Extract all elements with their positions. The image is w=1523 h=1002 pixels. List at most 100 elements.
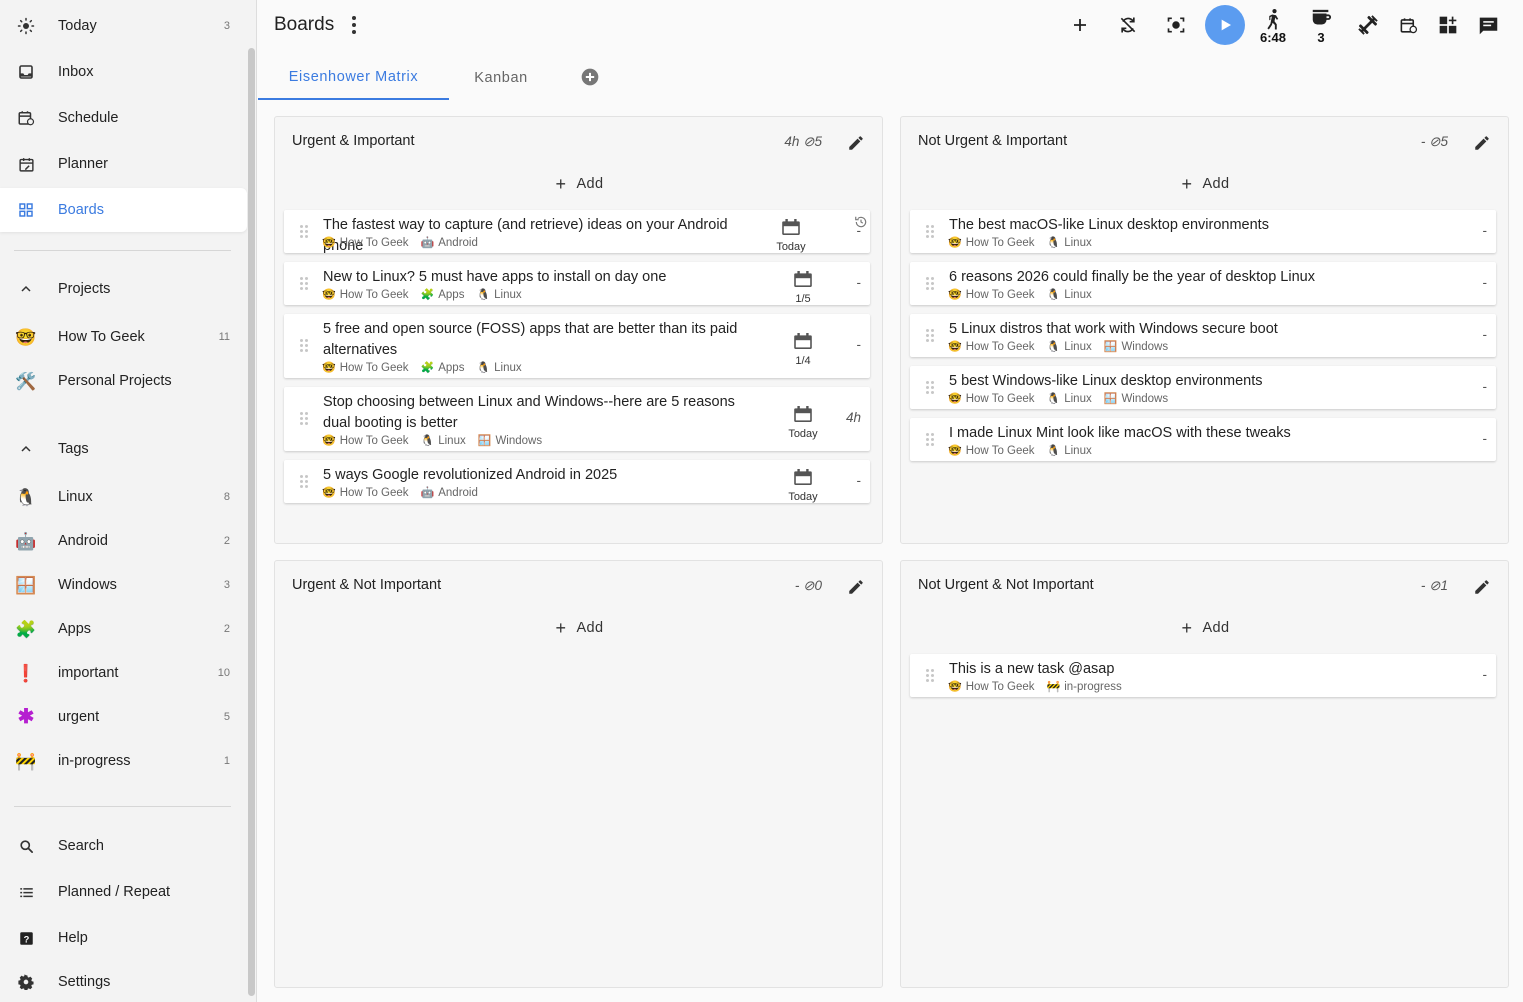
time-estimate[interactable]: - (1483, 275, 1488, 290)
more-vert-icon[interactable] (346, 14, 362, 36)
add-board-button[interactable] (578, 65, 602, 89)
time-estimate[interactable]: - (857, 473, 862, 488)
tag-important[interactable]: ❗ important 10 (0, 651, 247, 695)
tags-header[interactable]: Tags (0, 427, 247, 471)
task-tag[interactable]: 🐧 Linux (476, 289, 521, 301)
due-date[interactable]: 1/5 (783, 270, 823, 305)
task-tag[interactable]: 🐧 Linux (476, 362, 521, 374)
nav-schedule[interactable]: Schedule (0, 96, 247, 140)
task-tag[interactable]: 🐧 Linux (1047, 445, 1092, 457)
tag-android[interactable]: 🤖 Android 2 (0, 519, 247, 563)
task-card[interactable]: 5 ways Google revolutionized Android in … (284, 460, 870, 503)
task-tag[interactable]: 🤓 How To Geek (322, 435, 409, 447)
time-estimate[interactable]: - (857, 337, 862, 352)
task-card[interactable]: 5 free and open source (FOSS) apps that … (284, 314, 870, 378)
task-tag[interactable]: 🤓 How To Geek (322, 487, 409, 499)
edit-icon[interactable] (1469, 574, 1495, 600)
tag-in-progress[interactable]: 🚧 in-progress 1 (0, 739, 247, 783)
nav-planner[interactable]: Planner (0, 142, 247, 186)
add-task-button[interactable]: + Add (275, 173, 884, 195)
nav-boards[interactable]: Boards (0, 188, 247, 232)
task-tag[interactable]: 🤓 How To Geek (948, 237, 1035, 249)
tag-linux[interactable]: 🐧 Linux 8 (0, 475, 247, 519)
edit-icon[interactable] (843, 574, 869, 600)
tab-kanban[interactable]: Kanban (449, 56, 553, 100)
drag-handle-icon[interactable] (300, 339, 308, 353)
add-widget-icon[interactable] (1431, 8, 1465, 42)
task-tag[interactable]: 🤖 Android (421, 487, 478, 499)
task-tag[interactable]: 🤓 How To Geek (322, 289, 409, 301)
nav-planned-repeat[interactable]: Planned / Repeat (0, 870, 247, 914)
time-estimate[interactable]: - (1483, 379, 1488, 394)
task-tag[interactable]: 🐧 Linux (421, 435, 466, 447)
time-estimate[interactable]: 4h (846, 410, 861, 425)
due-date[interactable]: Today (783, 406, 823, 440)
task-tag[interactable]: 🤓 How To Geek (948, 445, 1035, 457)
due-date[interactable]: Today (771, 218, 811, 253)
task-card[interactable]: 5 Linux distros that work with Windows s… (910, 314, 1496, 357)
task-tag[interactable]: 🤓 How To Geek (948, 341, 1035, 353)
time-estimate[interactable]: - (1483, 667, 1488, 682)
time-estimate[interactable]: - (1483, 223, 1488, 238)
task-tag[interactable]: 🤓 How To Geek (948, 681, 1035, 693)
drag-handle-icon[interactable] (926, 276, 934, 291)
task-tag[interactable]: 🐧 Linux (1047, 393, 1092, 405)
fitness-icon[interactable] (1351, 8, 1385, 42)
drag-handle-icon[interactable] (300, 276, 308, 291)
task-tag[interactable]: 🤓 How To Geek (322, 362, 409, 374)
calendar-schedule-icon[interactable] (1391, 8, 1425, 42)
task-card[interactable]: Stop choosing between Linux and Windows-… (284, 387, 870, 451)
sidebar-scrollbar[interactable] (248, 48, 255, 996)
nav-inbox[interactable]: Inbox (0, 50, 247, 94)
project-how-to-geek[interactable]: 🤓 How To Geek 11 (0, 315, 247, 359)
tag-apps[interactable]: 🧩 Apps 2 (0, 607, 247, 651)
tag-windows[interactable]: 🪟 Windows 3 (0, 563, 247, 607)
drag-handle-icon[interactable] (926, 328, 934, 343)
task-card[interactable]: The best macOS-like Linux desktop enviro… (910, 210, 1496, 253)
task-tag[interactable]: 🪟 Windows (1104, 393, 1168, 405)
task-card[interactable]: This is a new task @asap 🤓 How To Geek 🚧 in-… (910, 654, 1496, 697)
task-tag[interactable]: 🪟 Windows (478, 435, 542, 447)
tag-urgent[interactable]: ✱ urgent 5 (0, 695, 247, 739)
task-tag[interactable]: 🧩 Apps (421, 362, 465, 374)
task-tag[interactable]: 🐧 Linux (1047, 237, 1092, 249)
due-date[interactable]: 1/4 (783, 333, 823, 367)
tab-eisenhower-matrix[interactable]: Eisenhower Matrix (258, 56, 449, 100)
task-tag[interactable]: 🤓 How To Geek (948, 289, 1035, 301)
drag-handle-icon[interactable] (300, 474, 308, 489)
task-tag[interactable]: 🐧 Linux (1047, 289, 1092, 301)
task-tag[interactable]: 🪟 Windows (1104, 341, 1168, 353)
task-tag[interactable]: 🚧 in-progress (1047, 681, 1122, 693)
task-tag[interactable]: 🤓 How To Geek (948, 393, 1035, 405)
task-tag[interactable]: 🧩 Apps (421, 289, 465, 301)
drag-handle-icon[interactable] (926, 432, 934, 447)
nav-search[interactable]: Search (0, 824, 247, 868)
task-card[interactable]: I made Linux Mint look like macOS with t… (910, 418, 1496, 461)
play-button[interactable] (1205, 5, 1245, 45)
task-tag[interactable]: 🤓 How To Geek (322, 237, 409, 249)
time-estimate[interactable]: - (1483, 327, 1488, 342)
task-card[interactable]: New to Linux? 5 must have apps to instal… (284, 262, 870, 305)
task-card[interactable]: 5 best Windows-like Linux desktop enviro… (910, 366, 1496, 409)
time-estimate[interactable]: - (857, 223, 862, 238)
add-task-button[interactable]: + Add (275, 617, 884, 639)
projects-header[interactable]: Projects (0, 267, 247, 311)
nav-today[interactable]: Today 3 (0, 4, 247, 48)
add-task-button[interactable]: + Add (901, 173, 1510, 195)
edit-icon[interactable] (1469, 130, 1495, 156)
time-estimate[interactable]: - (857, 275, 862, 290)
project-personal-projects[interactable]: 🛠️ Personal Projects (0, 359, 247, 403)
add-task-button[interactable]: + Add (901, 617, 1510, 639)
task-tag[interactable]: 🐧 Linux (1047, 341, 1092, 353)
task-tag[interactable]: 🤖 Android (421, 237, 478, 249)
focus-mode-icon[interactable] (1159, 8, 1193, 42)
drag-handle-icon[interactable] (926, 668, 934, 683)
drag-handle-icon[interactable] (300, 412, 308, 426)
task-card[interactable]: The fastest way to capture (and retrieve… (284, 210, 870, 254)
task-card[interactable]: 6 reasons 2026 could finally be the year… (910, 262, 1496, 305)
edit-icon[interactable] (843, 130, 869, 156)
walk-break-indicator[interactable]: 6:48 (1253, 8, 1293, 45)
add-task-button[interactable] (1063, 8, 1097, 42)
chat-icon[interactable] (1471, 8, 1505, 42)
nav-settings[interactable]: Settings (0, 960, 247, 1002)
